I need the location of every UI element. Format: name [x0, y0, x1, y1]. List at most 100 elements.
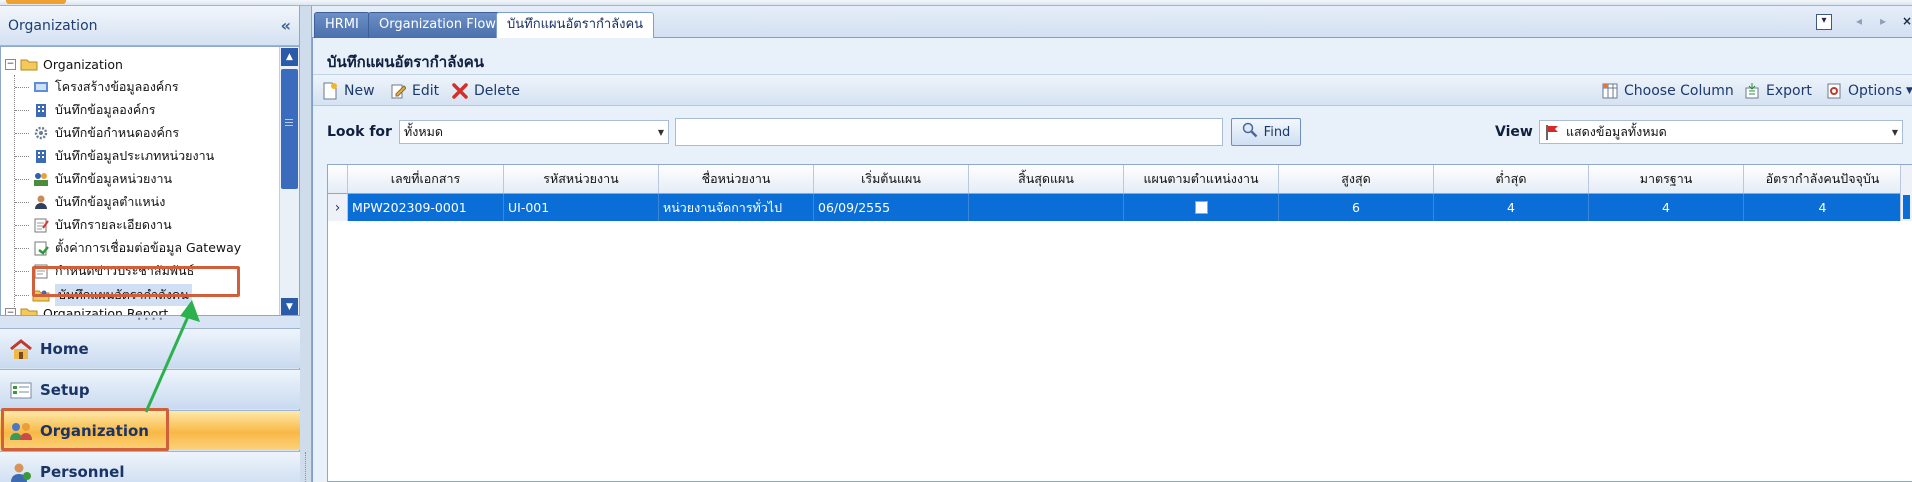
tree-node-label: บันทึกข้อมูลตำแหน่ง: [55, 194, 166, 209]
person-icon: [31, 193, 51, 211]
table-cell[interactable]: MPW202309-0001: [348, 194, 504, 221]
page-title: บันทึกแผนอัตรากำลังคน: [327, 53, 484, 71]
tree-node-organization-report[interactable]: − Organization Report: [5, 302, 168, 315]
look-for-select[interactable]: ทั้งหมด ▼: [399, 120, 669, 144]
nav-organization-button[interactable]: Organization: [0, 410, 300, 450]
scroll-up-arrow-icon[interactable]: ▲: [281, 48, 298, 66]
column-header-document-no[interactable]: เลขที่เอกสาร: [348, 165, 504, 194]
find-button-label: Find: [1263, 124, 1291, 140]
tree-node-position[interactable]: บันทึกข้อมูลตำแหน่ง: [15, 191, 165, 213]
panel-resize-handle[interactable]: [300, 6, 312, 482]
column-header-plan-start[interactable]: เริ่มต้นแผน: [814, 165, 969, 194]
choose-column-button[interactable]: Choose Column: [1601, 80, 1734, 102]
column-header-plan-end[interactable]: สิ้นสุดแผน: [969, 165, 1124, 194]
toolbar: New Edit Delete Choose Column Export Opt…: [313, 74, 1912, 106]
tree-node-gateway[interactable]: ตั้งค่าการเชื่อมต่อข้อมูล Gateway: [15, 237, 241, 259]
organization-tree: − Organization โครงสร้างข้อมูลองค์กร บัน…: [0, 46, 300, 316]
find-button[interactable]: Find: [1231, 118, 1301, 146]
personnel-icon: [8, 459, 34, 482]
tree-node-label: บันทึกข้อมูลประเภทหน่วยงาน: [55, 148, 215, 163]
table-cell[interactable]: 06/09/2555: [814, 194, 969, 221]
organization-icon: [8, 418, 34, 444]
options-button-label: Options: [1848, 83, 1903, 99]
tab-hrmi[interactable]: HRMI: [314, 12, 370, 38]
table-cell[interactable]: หน่วยงานจัดการทั่วไป: [659, 194, 814, 221]
chevron-down-icon: ▼: [1891, 128, 1898, 137]
search-input[interactable]: [675, 118, 1223, 146]
export-button[interactable]: Export: [1743, 80, 1812, 102]
tree-node-news[interactable]: กำหนดข่าวประชาสัมพันธ์: [15, 260, 194, 282]
view-value: แสดงข้อมูลทั้งหมด: [1566, 124, 1667, 139]
checkbox[interactable]: [1194, 201, 1208, 214]
nav-setup-button[interactable]: Setup: [0, 369, 300, 409]
row-indicator[interactable]: ›: [328, 194, 348, 221]
edit-button[interactable]: Edit: [389, 80, 439, 102]
tab-close-icon[interactable]: ×: [1902, 14, 1912, 30]
gateway-icon: [31, 239, 51, 257]
table-cell[interactable]: 4: [1434, 194, 1589, 221]
tab-next-icon[interactable]: ▸: [1880, 14, 1886, 30]
scrollbar-thumb[interactable]: [281, 69, 298, 189]
tree-expander[interactable]: −: [5, 307, 16, 315]
new-button[interactable]: New: [321, 80, 375, 102]
navigation-panel: Organization « − Organization โครงสร้างข…: [0, 6, 300, 482]
table-cell[interactable]: [969, 194, 1124, 221]
tree-node-dept-type[interactable]: บันทึกข้อมูลประเภทหน่วยงาน: [15, 145, 214, 167]
collapse-panel-button[interactable]: «: [281, 16, 291, 35]
tab-list-dropdown-icon[interactable]: ▾: [1816, 14, 1832, 30]
building-icon: [31, 101, 51, 119]
tree-expander[interactable]: −: [5, 58, 16, 70]
tab-prev-icon[interactable]: ◂: [1856, 14, 1862, 30]
tab-manpower-plan[interactable]: บันทึกแผนอัตรากำลังคน: [496, 12, 655, 39]
column-header-standard[interactable]: มาตรฐาน: [1589, 165, 1744, 194]
tree-node-job-detail[interactable]: บันทึกรายละเอียดงาน: [15, 214, 172, 236]
column-header-max[interactable]: สูงสุด: [1279, 165, 1434, 194]
tree-node-org-record[interactable]: บันทึกข้อมูลองค์กร: [15, 99, 156, 121]
delete-button[interactable]: Delete: [451, 80, 520, 102]
new-button-label: New: [344, 83, 375, 99]
app-menu-button[interactable]: [6, 0, 66, 4]
nav-personnel-button[interactable]: Personnel: [0, 451, 300, 482]
column-header-department-code[interactable]: รหัสหน่วยงาน: [504, 165, 659, 194]
folder-icon: [19, 55, 39, 73]
table-cell[interactable]: 6: [1279, 194, 1434, 221]
nav-home-button[interactable]: Home: [0, 328, 300, 368]
building-icon: [31, 147, 51, 165]
tree-scrollbar[interactable]: ▲ ▼: [279, 47, 299, 315]
column-header-plan-by-position[interactable]: แผนตามตำแหน่งงาน: [1124, 165, 1279, 194]
home-icon: [8, 336, 34, 362]
tree-node-structure[interactable]: โครงสร้างข้อมูลองค์กร: [15, 76, 179, 98]
column-header-min[interactable]: ต่ำสุด: [1434, 165, 1589, 194]
tab-organization-flow[interactable]: Organization Flow: [368, 12, 507, 38]
tree-node-organization[interactable]: − Organization: [5, 53, 123, 75]
table-cell[interactable]: 4: [1589, 194, 1744, 221]
tree-node-org-rules[interactable]: บันทึกข้อกำหนดองค์กร: [15, 122, 179, 144]
options-button[interactable]: Options ▼: [1825, 80, 1912, 102]
main-area: HRMI Organization Flow บันทึกแผนอัตรากำล…: [312, 6, 1912, 482]
look-for-label: Look for: [327, 124, 392, 140]
tree-node-label: โครงสร้างข้อมูลองค์กร: [55, 79, 179, 94]
table-cell[interactable]: 4: [1744, 194, 1902, 221]
document-tab-bar: HRMI Organization Flow บันทึกแผนอัตรากำล…: [312, 6, 1912, 39]
table-cell[interactable]: UI-001: [504, 194, 659, 221]
tree-node-label: บันทึกข้อกำหนดองค์กร: [55, 125, 180, 140]
filter-bar: Look for ทั้งหมด ▼ Find View แสดงข้อมูลท…: [313, 108, 1912, 154]
setup-icon: [8, 377, 34, 403]
panel-splitter[interactable]: • • • •: [0, 316, 300, 328]
view-select[interactable]: แสดงข้อมูลทั้งหมด ▼: [1539, 120, 1903, 144]
tree-node-department[interactable]: บันทึกข้อมูลหน่วยงาน: [15, 168, 172, 190]
edit-button-label: Edit: [412, 83, 440, 99]
column-header-department-name[interactable]: ชื่อหน่วยงาน: [659, 165, 814, 194]
tree-node-label: ตั้งค่าการเชื่อมต่อข้อมูล Gateway: [55, 240, 242, 255]
view-label: View: [1495, 124, 1533, 140]
column-header-current-manpower[interactable]: อัตรากำลังคนปัจจุบัน: [1744, 165, 1902, 194]
chevron-down-icon: ▼: [1906, 86, 1912, 96]
grid-scrollbar[interactable]: [1900, 165, 1912, 221]
nav-label: Home: [40, 339, 89, 358]
table-cell-checkbox[interactable]: [1124, 194, 1279, 221]
columns-icon: [1601, 82, 1619, 100]
row-indicator-header: [328, 165, 348, 194]
settings-icon: [31, 124, 51, 142]
edit-icon: [389, 82, 407, 100]
scroll-down-arrow-icon[interactable]: ▼: [281, 298, 298, 315]
